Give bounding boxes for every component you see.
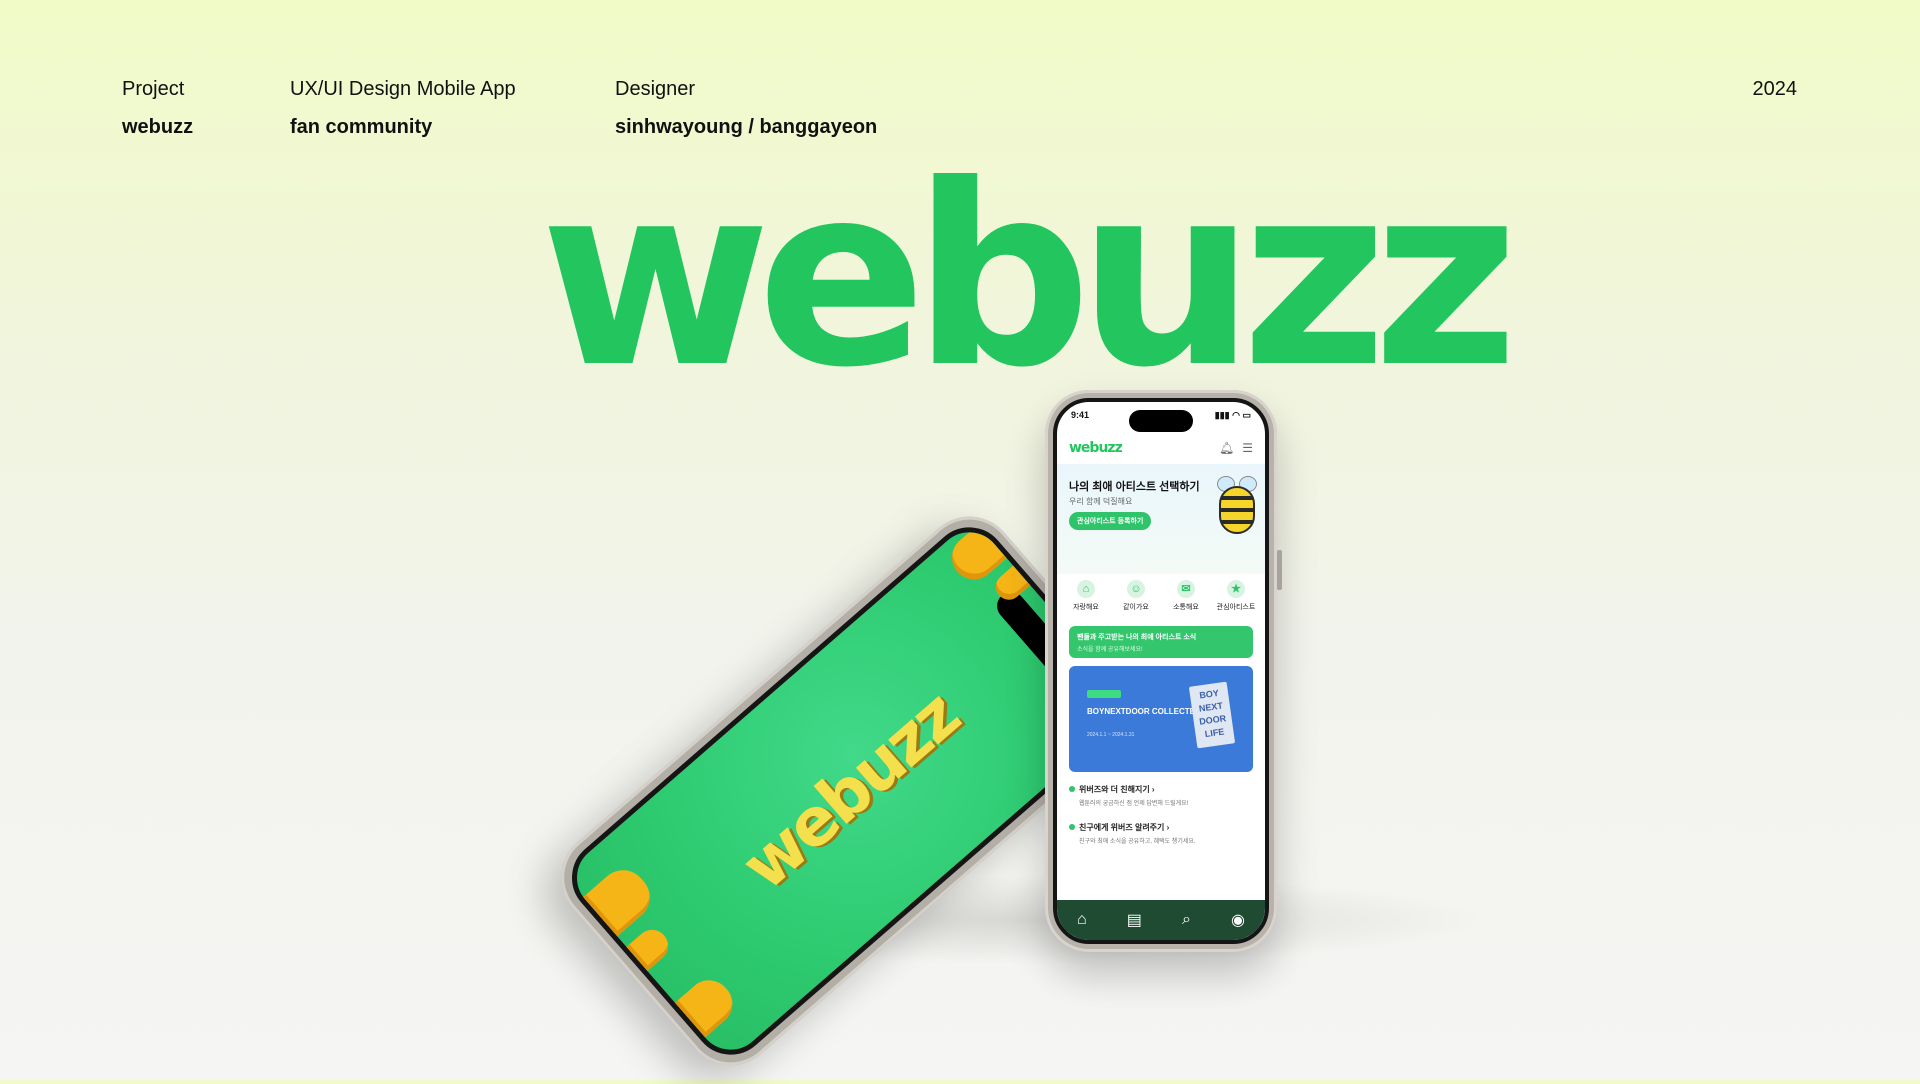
link-title: 위버즈와 더 친해지기 [1079, 785, 1150, 794]
project-name: webuzz [122, 116, 194, 138]
honey-drip-icon [626, 923, 675, 972]
hero-section: 나의 최애 아티스트 선택하기 우리 함께 덕질해요 관심아티스트 등록하기 [1057, 464, 1265, 574]
bee-mascot-icon [1215, 474, 1259, 540]
banner-detail: 2024.1.1 ~ 2024.1.31 [1087, 732, 1135, 738]
app-logo[interactable]: webuzz [1069, 440, 1123, 456]
profile-icon[interactable]: ◉ [1231, 910, 1245, 930]
home-icon[interactable]: ⌂ [1077, 911, 1087, 929]
bell-icon[interactable]: 🔔︎ [1219, 441, 1234, 455]
app-type-label: UX/UI Design Mobile App [290, 78, 516, 100]
brand-logo: webuzz [540, 131, 1518, 422]
menu-item-label: 소통해요 [1173, 604, 1199, 611]
menu-item-chat[interactable]: ✉ 소통해요 [1163, 580, 1209, 612]
status-time: 9:41 [1071, 410, 1090, 420]
designer-label: Designer [615, 78, 696, 100]
app-type-value: fan community [290, 116, 433, 138]
hero-title: 나의 최애 아티스트 선택하기 [1069, 481, 1200, 493]
year-meta: 2024 [1753, 70, 1798, 108]
link-get-closer[interactable]: 위버즈와 더 친해지기 › [1069, 784, 1155, 795]
category-menu: ⌂ 자랑해요 ☺ 같이가요 ✉ 소통해요 ★ 관심아티스트 [1063, 580, 1259, 612]
menu-item-boast[interactable]: ⌂ 자랑해요 [1063, 580, 1109, 612]
notice-subtitle: 소식을 함께 공유해보세요! [1077, 647, 1143, 653]
menu-icon[interactable]: ☰ [1242, 441, 1253, 455]
people-icon: ☺ [1127, 580, 1145, 598]
hero-subtitle: 우리 함께 덕질해요 [1069, 497, 1133, 506]
bottom-tab-bar: ⌂ ▤ ⌕ ◉ [1057, 900, 1265, 940]
book-cover-image: BOY NEXT DOOR LIFE [1188, 681, 1236, 749]
menu-item-label: 관심아티스트 [1216, 604, 1256, 611]
app-type-meta: UX/UI Design Mobile App fan community [290, 70, 516, 146]
home-heart-icon: ⌂ [1077, 580, 1095, 598]
app-phone-mockup: 9:41 ▮▮▮ ◠ ▭ webuzz 🔔︎ ☰ 나의 최애 아티스트 선택하기… [1045, 390, 1282, 952]
honey-drip-icon [583, 860, 660, 937]
home-screen: 9:41 ▮▮▮ ◠ ▭ webuzz 🔔︎ ☰ 나의 최애 아티스트 선택하기… [1053, 398, 1269, 944]
honey-drip-icon [674, 971, 742, 1038]
chat-icon: ✉ [1177, 580, 1195, 598]
recycle-icon [1069, 824, 1075, 830]
search-icon[interactable]: ⌕ [1182, 911, 1191, 929]
news-notice-banner[interactable]: 팬들과 주고받는 나의 최애 아티스트 소식 소식을 함께 공유해보세요! [1069, 626, 1253, 658]
year-value: 2024 [1752, 78, 1798, 100]
menu-item-together[interactable]: ☺ 같이가요 [1113, 580, 1159, 612]
green-dot-icon [1069, 786, 1075, 792]
banner-tag [1087, 690, 1121, 698]
link-invite-friend[interactable]: 친구에게 위버즈 알려주기 › [1069, 822, 1169, 833]
side-button [1277, 550, 1282, 590]
menu-item-label: 자랑해요 [1073, 604, 1099, 611]
link-title: 친구에게 위버즈 알려주기 [1079, 823, 1165, 832]
link-subtitle: 친구와 최애 소식을 공유하고, 혜택도 챙기세요. [1079, 839, 1196, 845]
dynamic-island [1129, 410, 1193, 432]
star-icon: ★ [1227, 580, 1245, 598]
link-subtitle: 웹툰러의 궁금하신 점 언제 답변해 드릴게요! [1079, 801, 1189, 807]
promo-banner[interactable]: BOYNEXTDOOR COLLECTED BOOK 2024.1.1 ~ 20… [1069, 666, 1253, 772]
board-icon[interactable]: ▤ [1127, 910, 1142, 930]
project-meta: Project webuzz [122, 70, 193, 146]
notice-title: 팬들과 주고받는 나의 최애 아티스트 소식 [1077, 634, 1197, 641]
project-label: Project [122, 78, 185, 100]
register-artist-button[interactable]: 관심아티스트 등록하기 [1069, 512, 1152, 530]
menu-item-label: 같이가요 [1123, 604, 1149, 611]
menu-item-favorite-artist[interactable]: ★ 관심아티스트 [1213, 580, 1259, 612]
app-header: webuzz 🔔︎ ☰ [1069, 438, 1253, 458]
status-icons: ▮▮▮ ◠ ▭ [1214, 410, 1251, 420]
splash-logo: webuzz [727, 677, 973, 905]
